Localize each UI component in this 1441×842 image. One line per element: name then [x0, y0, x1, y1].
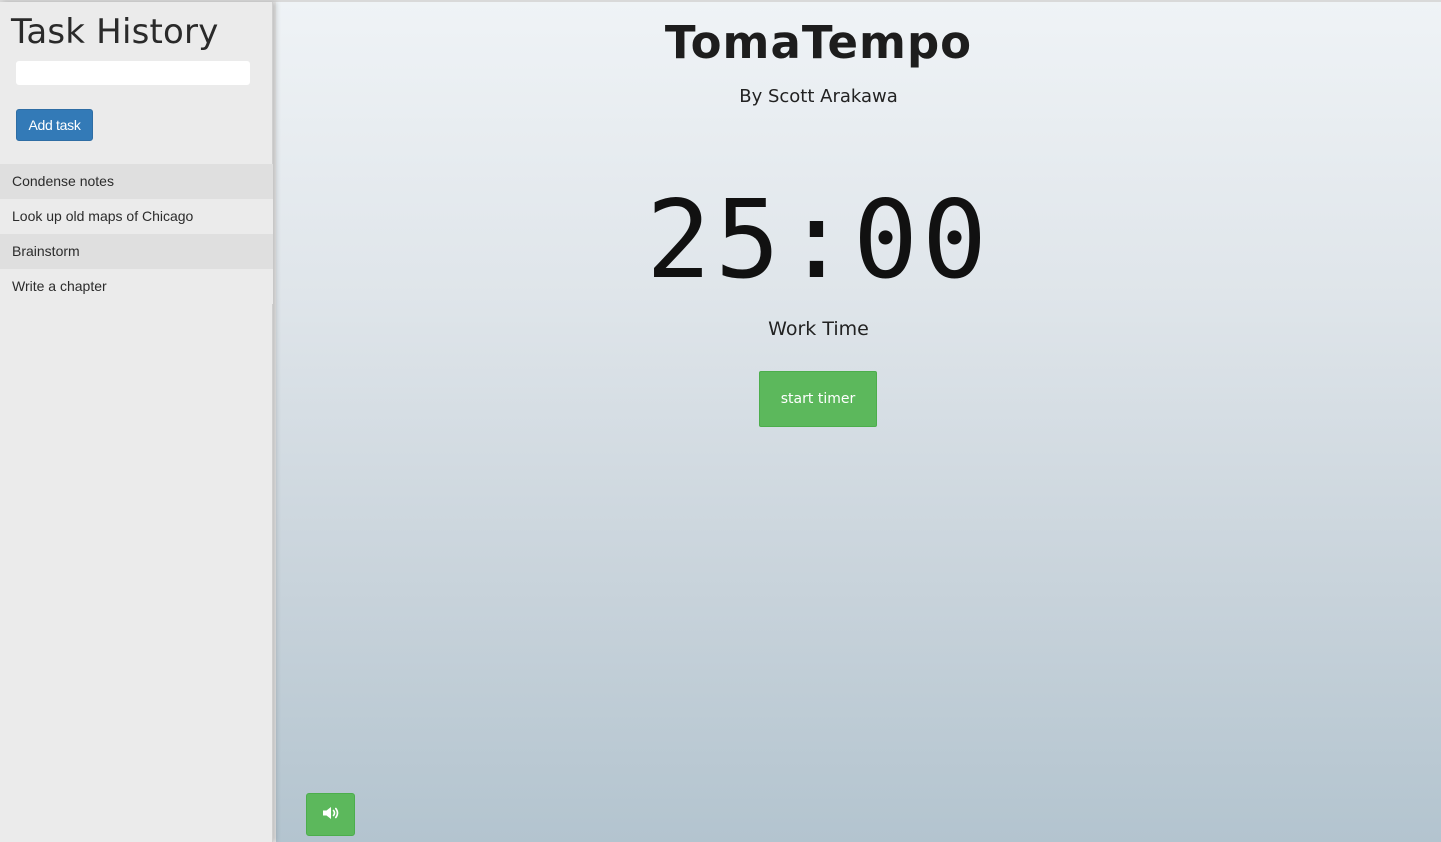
task-history-sidebar: Task History Add task Condense notes Loo…: [0, 2, 273, 842]
task-item[interactable]: Write a chapter: [0, 269, 273, 304]
app-subtitle: By Scott Arakawa: [739, 86, 898, 107]
task-item[interactable]: Brainstorm: [0, 234, 273, 269]
task-item[interactable]: Look up old maps of Chicago: [0, 199, 273, 234]
timer-display: 25:00: [645, 178, 992, 303]
mode-label: Work Time: [768, 318, 869, 340]
task-input[interactable]: [16, 61, 250, 85]
sidebar-title: Task History: [11, 12, 219, 52]
sound-toggle-button[interactable]: [306, 793, 355, 836]
volume-icon: [322, 806, 340, 823]
start-timer-button[interactable]: start timer: [759, 371, 877, 427]
add-task-button[interactable]: Add task: [16, 109, 93, 141]
app-title: TomaTempo: [664, 16, 973, 69]
task-list: Condense notes Look up old maps of Chica…: [0, 164, 273, 304]
timer-panel: TomaTempo By Scott Arakawa 25:00 Work Ti…: [276, 2, 1441, 842]
task-item[interactable]: Condense notes: [0, 164, 273, 199]
